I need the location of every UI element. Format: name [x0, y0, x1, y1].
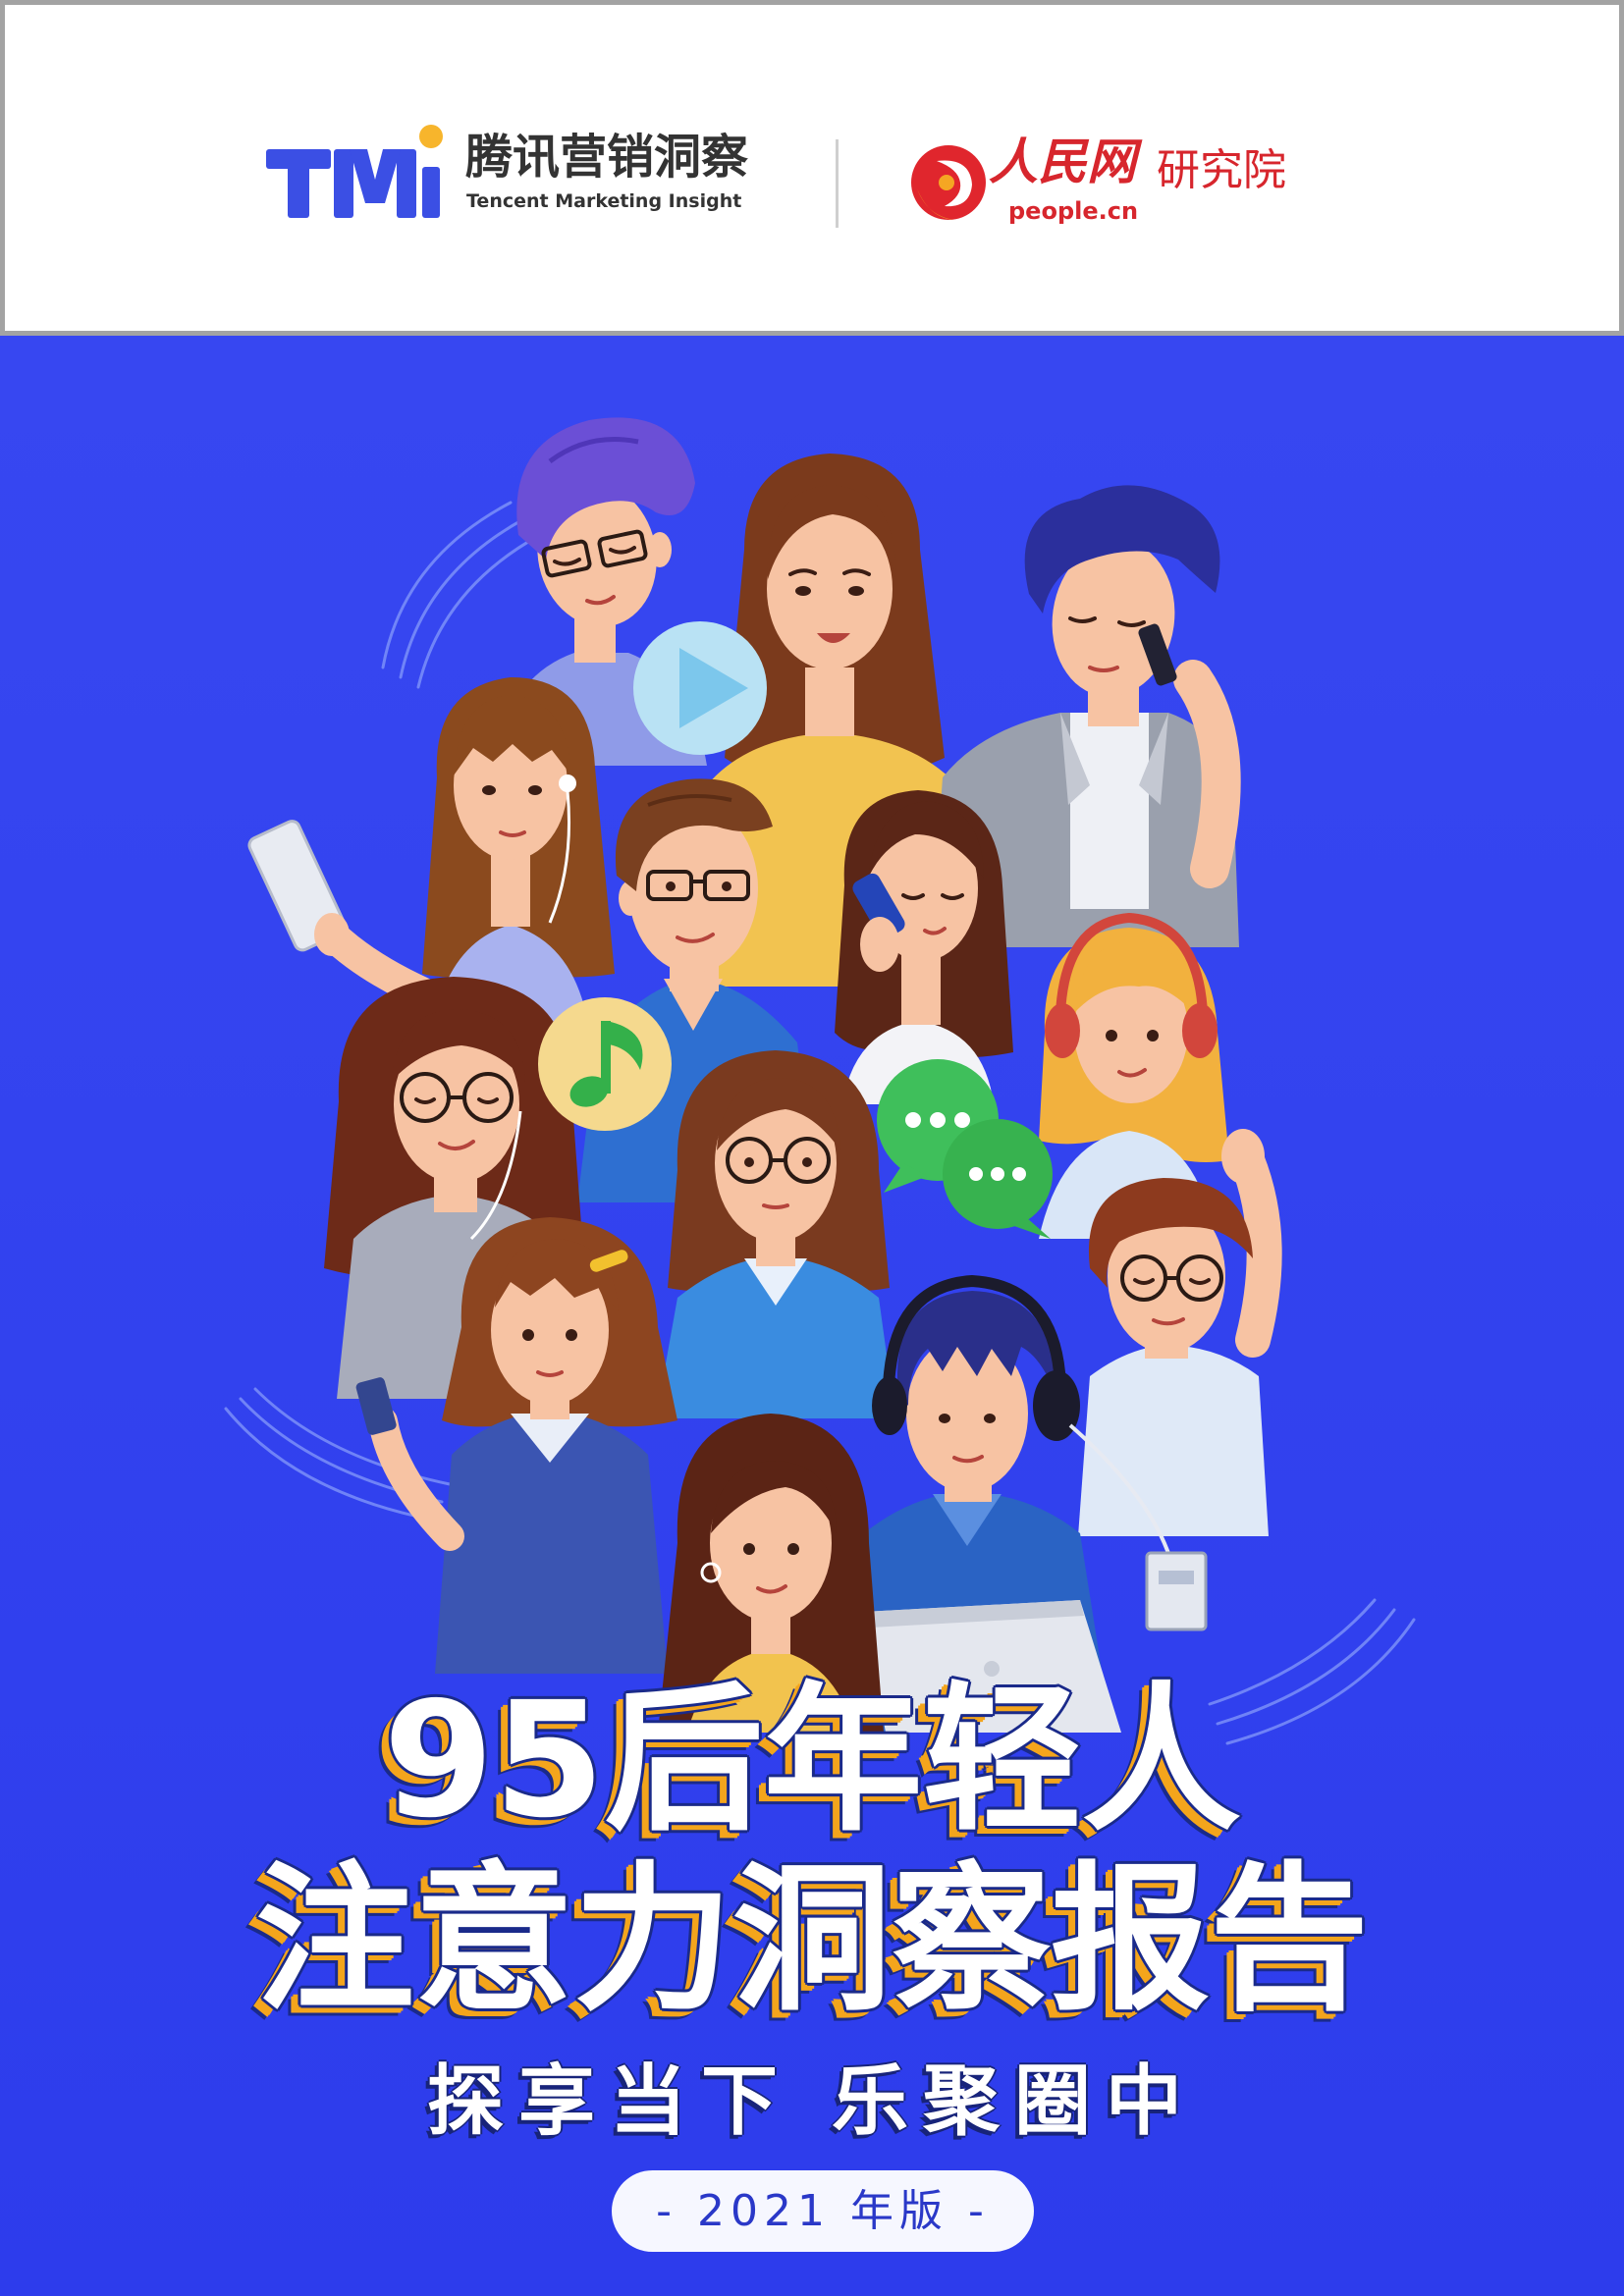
edition-badge: - 2021 年版 -: [612, 2170, 1034, 2252]
smartphone-icon: [852, 873, 905, 939]
smartphone-icon: [355, 1377, 397, 1435]
headphones-icon: [872, 1274, 1080, 1441]
people-research-unit: 研究院: [1157, 145, 1286, 195]
glasses: [541, 529, 648, 578]
music-note-icon: [538, 997, 672, 1131]
report-subtitle: 探享当下 乐聚圈中: [0, 2063, 1624, 2140]
report-title-line-1: 95后年轻人: [383, 1669, 1241, 1853]
glasses: [726, 1137, 831, 1184]
people-logo-domain: people.cn: [1008, 197, 1139, 225]
person-blonde-red-headphones: [1039, 912, 1229, 1239]
tmi-logo: [266, 125, 443, 218]
logo-header: 腾讯营销洞察 Tencent Marketing Insight 人民网 peo…: [0, 0, 1624, 336]
person-girl-on-phone: [835, 790, 1013, 1104]
person-bangs-earbud-phone: [247, 677, 615, 1045]
person-blue-hair-on-phone: [931, 485, 1241, 947]
smartphone-icon: [247, 820, 347, 952]
tmi-name-cn: 腾讯营销洞察: [465, 130, 749, 185]
person-center-girl-glasses: [656, 1050, 895, 1418]
decorative-swirls: [224, 501, 1416, 1745]
people-daily-swirl-logo: [911, 145, 986, 220]
glasses: [1120, 1255, 1223, 1302]
person-long-brown-hair-yellow-shirt: [687, 454, 974, 987]
person-purple-hair-glasses: [496, 417, 707, 766]
lanyard-badge: [1145, 1551, 1208, 1631]
person-bob-hair-clip: [355, 1217, 677, 1674]
person-round-glasses-dark-hair: [324, 977, 585, 1399]
play-icon: [633, 621, 767, 755]
person-headphones-guy: [842, 1274, 1208, 1733]
subtitle-part-2: 乐聚圈中: [832, 2057, 1198, 2146]
glasses: [400, 1072, 514, 1123]
logo-divider: [836, 139, 839, 228]
hair-clip: [589, 1250, 628, 1272]
smartphone-icon: [1138, 623, 1177, 686]
report-cover: 腾讯营销洞察 Tencent Marketing Insight 人民网 peo…: [0, 0, 1624, 2296]
person-center-guy-glasses: [577, 778, 817, 1202]
tmi-name-en: Tencent Marketing Insight: [466, 190, 742, 212]
headphones-icon: [1045, 912, 1218, 1058]
chat-bubble-icon: [877, 1059, 999, 1193]
subtitle-part-1: 探享当下: [426, 2057, 792, 2146]
chat-bubble-icon: [943, 1119, 1053, 1239]
people-logo-cn: 人民网: [989, 133, 1136, 190]
glasses: [646, 870, 750, 901]
person-right-guy-glasses: [1078, 1129, 1282, 1536]
report-title-line-2: 注意力洞察报告: [255, 1848, 1369, 2033]
